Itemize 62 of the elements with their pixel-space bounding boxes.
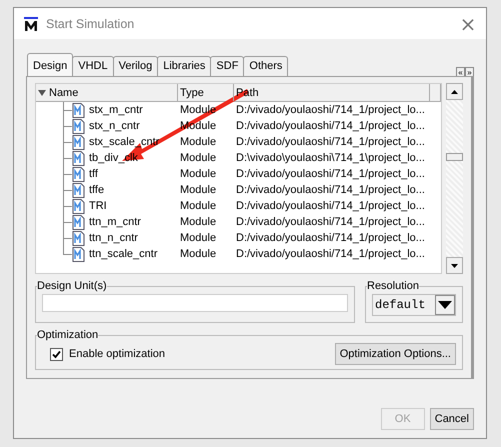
table-cell-text: D:/vivado/youlaoshi/714_1/project_lo... [235, 247, 426, 261]
module-file-icon [72, 150, 85, 166]
module-name[interactable]: ttn_scale_cntr [89, 248, 158, 260]
sort-icon [38, 90, 46, 96]
module-name[interactable]: stx_m_cntr [89, 104, 143, 116]
module-file-icon [72, 182, 85, 198]
module-name[interactable]: tff [89, 168, 98, 180]
scroll-down-button[interactable] [446, 257, 463, 274]
module-name[interactable]: ttn_m_cntr [89, 216, 141, 228]
module-file-icon [72, 198, 85, 214]
module-name[interactable]: stx_n_cntr [89, 120, 140, 132]
checkbox[interactable] [50, 348, 63, 360]
module-file-icon [72, 166, 85, 182]
table-cell-text: Module [179, 215, 218, 229]
table-cell-text: D:/vivado/youlaoshi/714_1/project_lo... [235, 135, 426, 149]
dropdown-button[interactable] [435, 295, 455, 315]
optimization-options-button[interactable]: Optimization Options... [334, 343, 456, 365]
table-cell-text: Module [179, 183, 218, 197]
module-file-icon [72, 214, 85, 230]
scrollbar[interactable] [446, 83, 463, 274]
table-cell-text: D:\vivado\youlaoshi\714_1\project_lo... [235, 151, 426, 165]
group-label: Optimization [37, 329, 98, 341]
down-arrow-icon [451, 264, 458, 268]
window-title: Start Simulation [46, 16, 136, 30]
dialog-button[interactable]: Cancel [430, 408, 474, 430]
module-file-icon [72, 134, 85, 150]
tab[interactable]: Others [243, 56, 288, 76]
module-file-icon [72, 102, 85, 118]
table-cell-text: Module [179, 135, 218, 149]
table-cell-text: D:/vivado/youlaoshi/714_1/project_lo... [235, 199, 426, 213]
table-cell-text: Module [179, 247, 218, 261]
table-cell-text: Module [179, 199, 218, 213]
scroll-up-button[interactable] [446, 83, 463, 100]
table-cell-text: Module [179, 151, 218, 165]
tab[interactable]: Design [27, 53, 74, 76]
table-cell-text: D:/vivado/youlaoshi/714_1/project_lo... [235, 183, 426, 197]
design-unit-field[interactable] [42, 294, 348, 312]
module-file-icon [72, 230, 85, 246]
scroll-thumb[interactable] [446, 153, 463, 161]
group-label: Resolution [367, 280, 419, 292]
column-label: Name [49, 86, 78, 98]
table-cell-text: D:/vivado/youlaoshi/714_1/project_lo... [235, 103, 426, 117]
table-cell-text: Module [179, 231, 218, 245]
group-label: Design Unit(s) [37, 280, 107, 292]
module-name[interactable]: ttn_n_cntr [89, 232, 138, 244]
table-cell-text: D:/vivado/youlaoshi/714_1/project_lo... [235, 119, 426, 133]
table-cell-text: D:/vivado/youlaoshi/714_1/project_lo... [235, 167, 426, 181]
checkbox-label: Enable optimization [69, 348, 166, 360]
up-arrow-icon [451, 90, 458, 94]
close-button[interactable]: × [458, 12, 478, 36]
column-header[interactable]: Name [36, 84, 178, 101]
table-cell-text: D:/vivado/youlaoshi/714_1/project_lo... [235, 231, 426, 245]
down-arrow-icon [438, 301, 452, 309]
table-cell-text: D:/vivado/youlaoshi/714_1/project_lo... [235, 215, 426, 229]
module-file-icon [72, 246, 85, 262]
module-name[interactable]: TRI [89, 200, 107, 212]
app-logo-icon [24, 16, 38, 30]
column-header[interactable]: Type [178, 84, 234, 101]
check-icon [52, 350, 61, 358]
table-cell-text: Module [179, 167, 218, 181]
module-name[interactable]: tffe [89, 184, 104, 196]
module-file-icon [72, 118, 85, 134]
